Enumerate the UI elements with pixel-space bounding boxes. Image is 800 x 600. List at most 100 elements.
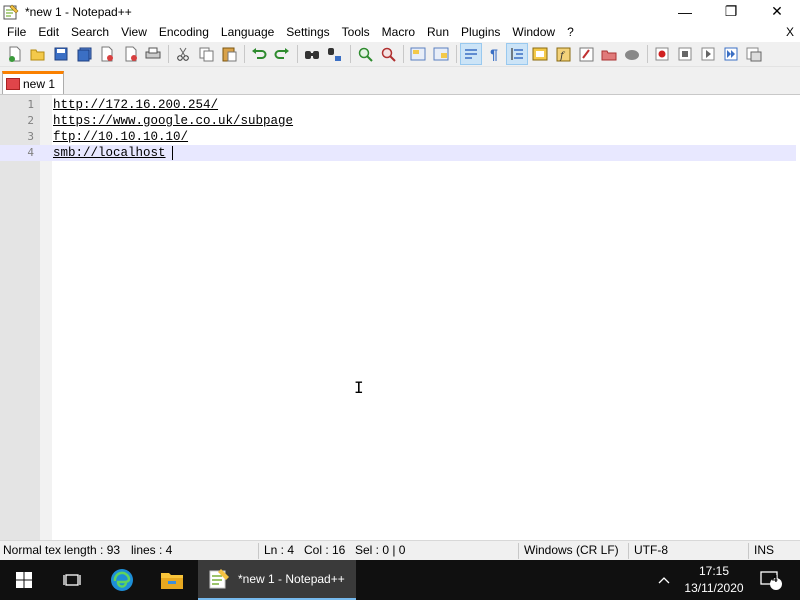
status-lines: lines : 4 bbox=[131, 543, 173, 557]
paste-icon[interactable] bbox=[218, 43, 240, 65]
notepadpp-taskbar-icon bbox=[209, 569, 229, 589]
clock-time: 17:15 bbox=[698, 564, 730, 578]
undo-icon[interactable] bbox=[248, 43, 270, 65]
clock-date: 13/11/2020 bbox=[684, 581, 744, 595]
taskbar-clock[interactable]: 17:15 13/11/2020 bbox=[672, 563, 756, 597]
close-icon: ✕ bbox=[771, 3, 783, 19]
editor-line-current[interactable]: 4 smb://localhost bbox=[0, 145, 796, 161]
save-icon[interactable] bbox=[50, 43, 72, 65]
show-all-chars-icon[interactable]: ¶ bbox=[483, 43, 505, 65]
taskbar-notepadpp[interactable]: *new 1 - Notepad++ bbox=[198, 560, 356, 600]
menu-help[interactable]: ? bbox=[561, 23, 580, 42]
replace-icon[interactable] bbox=[324, 43, 346, 65]
menu-run[interactable]: Run bbox=[421, 23, 455, 42]
status-language: Normal text file bbox=[3, 543, 61, 557]
run-macro-multiple-icon[interactable] bbox=[720, 43, 742, 65]
editor-line[interactable]: 3 ftp://10.10.10.10/ bbox=[0, 129, 796, 145]
windows-taskbar: *new 1 - Notepad++ 17:15 13/11/2020 4 bbox=[0, 560, 800, 600]
find-icon[interactable] bbox=[301, 43, 323, 65]
close-file-icon[interactable] bbox=[96, 43, 118, 65]
menu-window[interactable]: Window bbox=[506, 23, 561, 42]
monitoring-icon[interactable] bbox=[598, 43, 620, 65]
save-all-icon[interactable] bbox=[73, 43, 95, 65]
taskbar-edge[interactable] bbox=[98, 560, 146, 600]
menu-search[interactable]: Search bbox=[65, 23, 115, 42]
status-separator bbox=[748, 543, 749, 559]
redo-icon[interactable] bbox=[271, 43, 293, 65]
restore-button[interactable]: ❐ bbox=[708, 0, 754, 23]
editor-area[interactable]: 1 http://172.16.200.254/ 2 https://www.g… bbox=[0, 94, 800, 540]
editor-line[interactable]: 2 https://www.google.co.uk/subpage bbox=[0, 113, 796, 129]
tab-new-1[interactable]: new 1 bbox=[2, 71, 64, 94]
copy-icon[interactable] bbox=[195, 43, 217, 65]
menu-settings[interactable]: Settings bbox=[280, 23, 335, 42]
print-icon[interactable] bbox=[142, 43, 164, 65]
indent-guide-icon[interactable] bbox=[506, 43, 528, 65]
menu-encoding[interactable]: Encoding bbox=[153, 23, 215, 42]
close-window-button[interactable]: ✕ bbox=[754, 0, 800, 23]
toolbar-separator bbox=[297, 45, 298, 63]
start-button[interactable] bbox=[0, 560, 48, 600]
toolbar-separator bbox=[350, 45, 351, 63]
function-list-icon[interactable]: f bbox=[552, 43, 574, 65]
task-view-button[interactable] bbox=[48, 560, 96, 600]
line-number: 2 bbox=[27, 114, 34, 127]
close-document-button[interactable]: X bbox=[786, 23, 794, 42]
toolbar-separator bbox=[403, 45, 404, 63]
new-file-icon[interactable] bbox=[4, 43, 26, 65]
line-text[interactable]: https://www.google.co.uk/subpage bbox=[53, 113, 293, 129]
menu-edit[interactable]: Edit bbox=[32, 23, 65, 42]
mouse-ibeam-cursor: I bbox=[354, 378, 364, 397]
action-center-button[interactable]: 4 bbox=[756, 560, 786, 600]
menu-macro[interactable]: Macro bbox=[376, 23, 421, 42]
open-file-icon[interactable] bbox=[27, 43, 49, 65]
cut-icon[interactable] bbox=[172, 43, 194, 65]
status-separator bbox=[628, 543, 629, 559]
status-separator bbox=[258, 543, 259, 559]
zoom-out-icon[interactable] bbox=[377, 43, 399, 65]
menu-plugins[interactable]: Plugins bbox=[455, 23, 506, 42]
save-macro-icon[interactable] bbox=[743, 43, 765, 65]
close-all-icon[interactable] bbox=[119, 43, 141, 65]
taskbar-file-explorer[interactable] bbox=[148, 560, 196, 600]
toolbar-separator bbox=[244, 45, 245, 63]
status-selection: Sel : 0 | 0 bbox=[355, 543, 406, 557]
record-macro-icon[interactable] bbox=[651, 43, 673, 65]
line-text[interactable]: smb://localhost bbox=[53, 145, 166, 161]
status-line-number: Ln : 4 bbox=[264, 543, 295, 557]
status-encoding[interactable]: UTF-8 bbox=[634, 541, 668, 561]
menu-tools[interactable]: Tools bbox=[336, 23, 376, 42]
minimize-button[interactable]: — bbox=[662, 0, 708, 23]
doc-map-icon[interactable] bbox=[529, 43, 551, 65]
menu-language[interactable]: Language bbox=[215, 23, 280, 42]
zoom-in-icon[interactable] bbox=[354, 43, 376, 65]
word-wrap-icon[interactable] bbox=[460, 43, 482, 65]
play-macro-icon[interactable] bbox=[697, 43, 719, 65]
fold-margin bbox=[40, 95, 52, 540]
editor-line[interactable]: 1 http://172.16.200.254/ bbox=[0, 97, 796, 113]
cloud-icon[interactable] bbox=[621, 43, 643, 65]
menu-file[interactable]: File bbox=[0, 23, 32, 42]
notification-icon bbox=[760, 571, 782, 590]
toolbar-separator bbox=[168, 45, 169, 63]
window-title: *new 1 - Notepad++ bbox=[25, 4, 132, 19]
restore-icon: ❐ bbox=[724, 3, 738, 19]
notepadpp-app-icon[interactable] bbox=[3, 4, 19, 20]
sync-horizontal-icon[interactable] bbox=[430, 43, 452, 65]
minimize-icon: — bbox=[678, 3, 692, 20]
task-view-icon bbox=[63, 574, 81, 586]
status-bar: Normal text file length : 93 lines : 4 L… bbox=[0, 540, 800, 560]
line-text[interactable]: ftp://10.10.10.10/ bbox=[53, 129, 188, 145]
sync-vertical-icon[interactable] bbox=[407, 43, 429, 65]
line-number: 1 bbox=[27, 98, 34, 111]
status-eol-format[interactable]: Windows (CR LF) bbox=[524, 541, 619, 561]
status-insert-mode[interactable]: INS bbox=[754, 541, 774, 561]
line-number: 3 bbox=[27, 130, 34, 143]
menu-view[interactable]: View bbox=[115, 23, 153, 42]
tab-label: new 1 bbox=[23, 77, 56, 91]
file-explorer-icon bbox=[161, 573, 183, 589]
toolbar: ¶ f bbox=[0, 42, 800, 67]
folder-workspace-icon[interactable] bbox=[575, 43, 597, 65]
stop-macro-icon[interactable] bbox=[674, 43, 696, 65]
line-text[interactable]: http://172.16.200.254/ bbox=[53, 97, 218, 113]
